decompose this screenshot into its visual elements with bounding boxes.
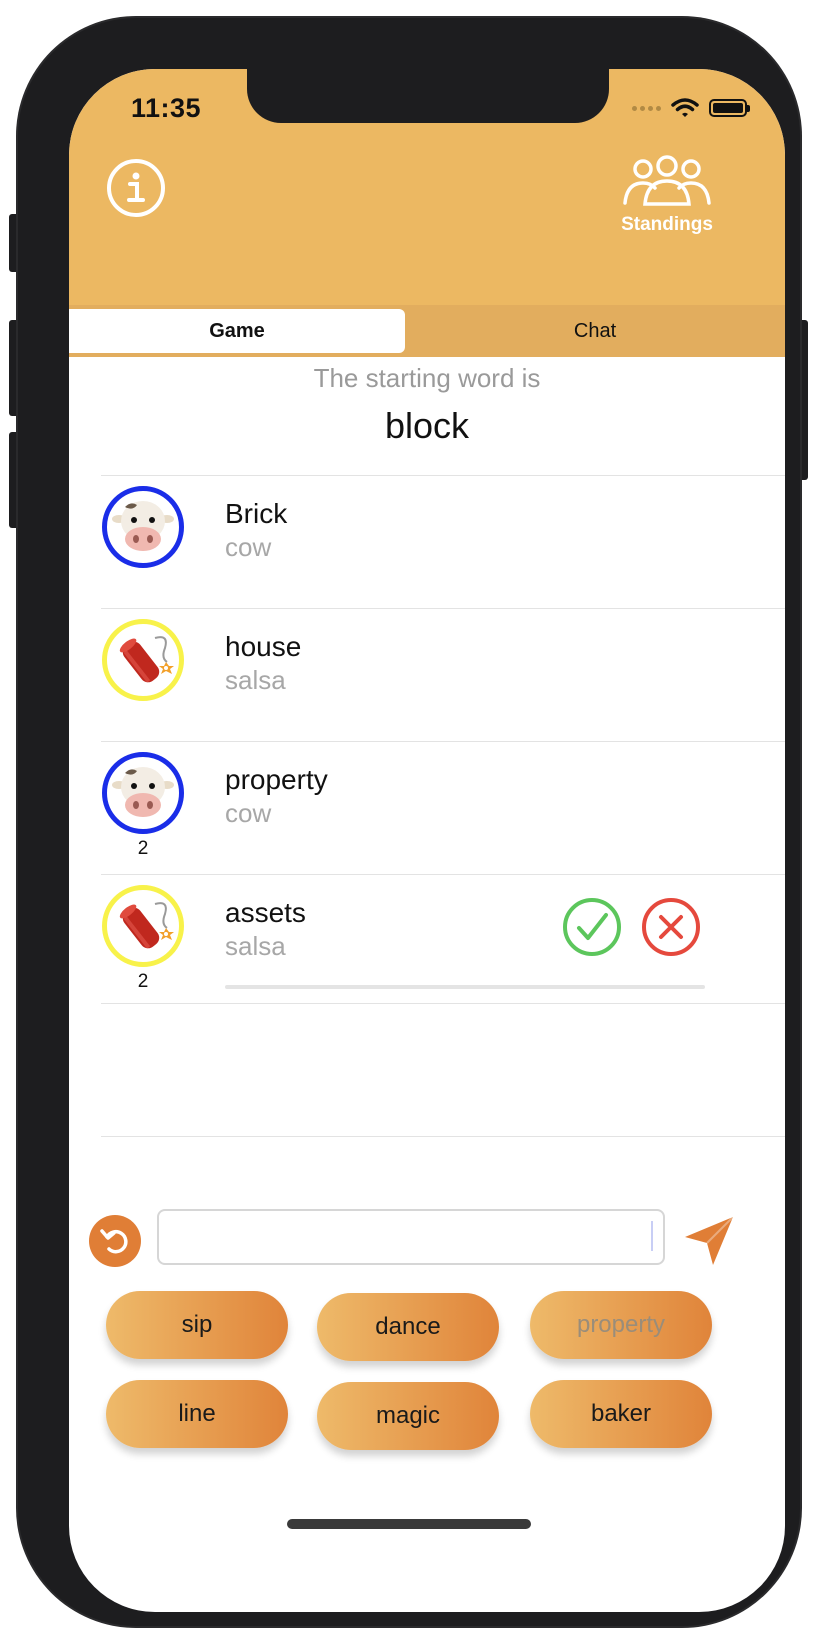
undo-icon bbox=[100, 1229, 128, 1254]
player-avatar bbox=[102, 486, 184, 568]
status-indicators bbox=[632, 97, 750, 119]
segmented-control: Game Chat bbox=[69, 305, 785, 357]
word-chip[interactable]: dance bbox=[317, 1293, 499, 1361]
vote-progress-bar bbox=[225, 985, 705, 989]
battery-icon bbox=[709, 99, 750, 117]
text-cursor bbox=[651, 1221, 653, 1251]
undo-button[interactable] bbox=[89, 1215, 141, 1267]
list-item: 2 assets salsa bbox=[101, 874, 785, 1007]
info-icon bbox=[107, 159, 165, 217]
player-avatar bbox=[102, 885, 184, 967]
home-indicator bbox=[287, 1519, 531, 1529]
entry-word: house bbox=[225, 631, 302, 662]
starting-word-caption: The starting word is bbox=[313, 363, 541, 393]
empty-list-row bbox=[101, 1003, 785, 1137]
list-item: house salsa bbox=[101, 608, 785, 741]
entry-team: salsa bbox=[225, 931, 286, 961]
checkmark-icon bbox=[563, 898, 621, 956]
wifi-icon bbox=[671, 98, 699, 117]
send-button[interactable] bbox=[679, 1213, 739, 1269]
notch bbox=[247, 69, 609, 123]
send-icon bbox=[685, 1216, 734, 1265]
group-icon bbox=[623, 155, 711, 206]
word-input[interactable] bbox=[157, 1209, 665, 1265]
cow-icon bbox=[112, 767, 174, 817]
list-item: 2 property cow bbox=[101, 741, 785, 874]
entry-team: salsa bbox=[225, 665, 286, 695]
word-chip[interactable]: baker bbox=[530, 1380, 712, 1448]
word-chip[interactable]: sip bbox=[106, 1291, 288, 1359]
cow-icon bbox=[112, 501, 174, 551]
word-chip[interactable]: property bbox=[530, 1291, 712, 1359]
tab-chat[interactable]: Chat bbox=[405, 309, 785, 353]
standings-button[interactable]: Standings bbox=[615, 155, 719, 245]
status-time: 11:35 bbox=[131, 93, 202, 123]
reject-button[interactable] bbox=[641, 897, 701, 957]
entry-count: 2 bbox=[137, 971, 149, 992]
entry-word: assets bbox=[225, 897, 306, 928]
player-avatar bbox=[102, 752, 184, 834]
app-header: 11:35 Standings bbox=[69, 69, 785, 305]
info-button[interactable] bbox=[105, 157, 167, 219]
entry-count: 2 bbox=[137, 838, 149, 859]
standings-label: Standings bbox=[621, 214, 713, 235]
entry-word: Brick bbox=[225, 498, 288, 529]
firecracker-icon bbox=[119, 902, 174, 949]
player-avatar bbox=[102, 619, 184, 701]
entry-team: cow bbox=[225, 532, 272, 562]
entry-word: property bbox=[225, 764, 328, 795]
phone-frame: 11:35 Standings Game Chat The starting w… bbox=[18, 18, 800, 1626]
accept-button[interactable] bbox=[562, 897, 622, 957]
word-chip[interactable]: magic bbox=[317, 1382, 499, 1450]
list-item: Brick cow bbox=[101, 475, 785, 608]
word-chip[interactable]: line bbox=[106, 1380, 288, 1448]
firecracker-icon bbox=[119, 636, 174, 683]
app-screen: 11:35 Standings Game Chat The starting w… bbox=[69, 69, 785, 1612]
tab-game[interactable]: Game bbox=[69, 309, 405, 353]
starting-word: block bbox=[384, 405, 470, 446]
x-mark-icon bbox=[642, 898, 700, 956]
signal-icon bbox=[632, 105, 661, 111]
word-chain-list: Brick cow house salsa 2 property cow 2 a… bbox=[101, 475, 785, 1007]
entry-team: cow bbox=[225, 798, 272, 828]
